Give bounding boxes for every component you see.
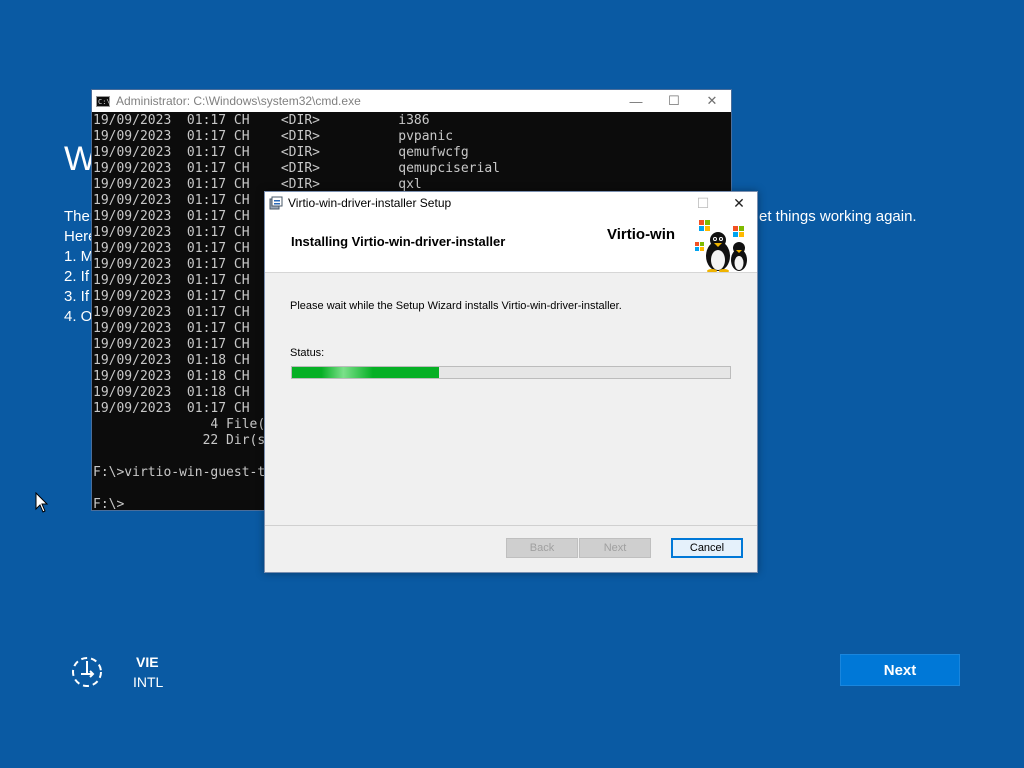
background-line-4: 2. If	[64, 268, 90, 285]
cmd-title-text: Administrator: C:\Windows\system32\cmd.e…	[116, 94, 361, 108]
mouse-cursor-icon	[35, 492, 49, 513]
close-icon[interactable]: ✕	[693, 90, 731, 112]
cmd-output-line: 19/09/2023 01:17 CH <DIR> pvpanic	[93, 129, 454, 144]
console-icon: C:\	[96, 95, 111, 107]
install-progress-bar	[291, 366, 731, 379]
oobe-next-button[interactable]: Next	[840, 654, 960, 686]
keyboard-layout[interactable]: INTL	[133, 674, 163, 690]
back-button[interactable]: Back	[506, 538, 578, 558]
maximize-icon[interactable]: ☐	[655, 90, 693, 112]
installer-title-text: Virtio-win-driver-installer Setup	[288, 196, 452, 210]
installer-dialog[interactable]: Virtio-win-driver-installer Setup ☐ ✕ In…	[264, 191, 758, 573]
cmd-titlebar[interactable]: C:\ Administrator: C:\Windows\system32\c…	[92, 90, 731, 112]
status-label: Status:	[290, 347, 325, 359]
accessibility-icon[interactable]	[70, 655, 104, 689]
install-message: Please wait while the Setup Wizard insta…	[290, 300, 622, 312]
installer-banner: Installing Virtio-win-driver-installer V…	[265, 214, 757, 273]
maximize-icon: ☐	[696, 194, 710, 211]
background-line-6: 4. O	[64, 308, 93, 325]
cmd-output-line: 19/09/2023 01:17 CH <DIR> qemupciserial	[93, 161, 500, 176]
tux-windows-logo-icon	[695, 220, 747, 272]
background-right-text: et things working again.	[759, 208, 917, 225]
brand-label: Virtio-win	[607, 226, 676, 243]
cmd-output-line: 19/09/2023 01:17 CH <DIR> qemufwcfg	[93, 145, 469, 160]
close-icon[interactable]: ✕	[721, 192, 757, 214]
cmd-output-line: 19/09/2023 01:17 CH <DIR> i386	[93, 113, 430, 128]
installer-icon	[269, 196, 283, 210]
language-code[interactable]: VIE	[136, 654, 159, 670]
installer-heading: Installing Virtio-win-driver-installer	[291, 234, 506, 249]
minimize-icon[interactable]: —	[617, 90, 655, 112]
installer-titlebar[interactable]: Virtio-win-driver-installer Setup ☐ ✕	[265, 192, 757, 214]
background-line-5: 3. If	[64, 288, 90, 305]
progress-fill	[292, 367, 439, 378]
cancel-button[interactable]: Cancel	[671, 538, 743, 558]
next-button[interactable]: Next	[579, 538, 651, 558]
background-line-3: 1. M	[64, 248, 94, 265]
divider	[265, 525, 757, 526]
